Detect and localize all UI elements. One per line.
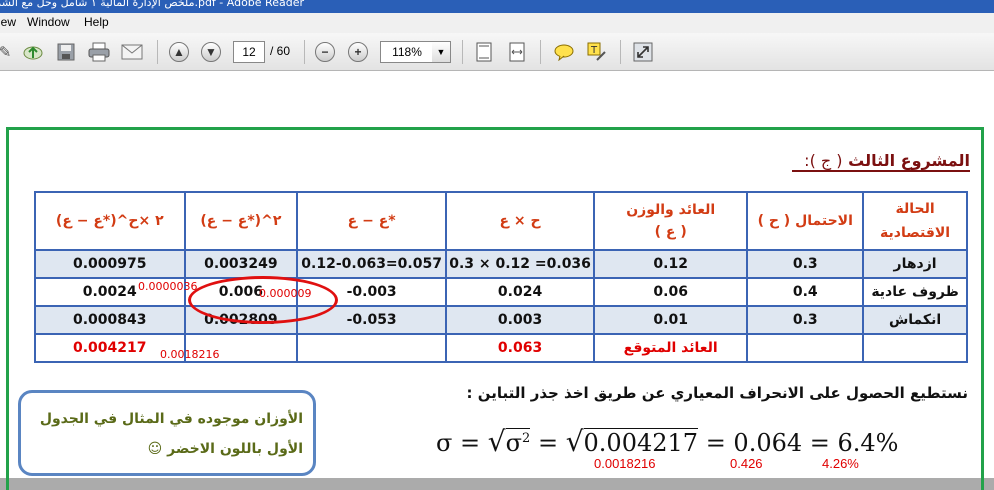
- cell-deviation: 0.12-0.063=0.057: [296, 249, 448, 279]
- toolbar-separator: [462, 40, 463, 64]
- correction-note: 0.426: [730, 456, 763, 471]
- toolbar-separator: [540, 40, 541, 64]
- zoom-level-field[interactable]: 118%: [380, 41, 434, 63]
- toolbar-separator: [304, 40, 305, 64]
- equals-sign: =: [537, 429, 559, 457]
- next-page-icon[interactable]: ▼: [200, 41, 222, 63]
- window-title: ملخص الإدارة المالية ١ شامل وحل مع الشرح…: [0, 0, 304, 9]
- empty-cell: [296, 333, 448, 363]
- sqrt-symbol: √: [565, 425, 584, 458]
- cell-p-times-r: 0.024: [445, 277, 596, 307]
- cloud-upload-icon[interactable]: [22, 41, 44, 63]
- menu-bar: iew Window Help: [0, 13, 994, 33]
- toolbar: ✎ ▲ ▼ 12 / 60 − + 118% ▼ T: [0, 33, 994, 71]
- toolbar-spacer: [0, 71, 994, 79]
- page-total: / 60: [270, 44, 291, 58]
- correction-note: 0.0000036: [138, 280, 198, 293]
- cell-dev-sq-p: 0.000843: [34, 305, 186, 335]
- correction-note: 4.26%: [822, 456, 859, 471]
- correction-note: 0.0018216: [594, 456, 656, 471]
- chevron-down-icon[interactable]: ▼: [432, 41, 451, 63]
- edit-icon[interactable]: ✎: [0, 41, 16, 63]
- equals-sign: =: [460, 429, 481, 457]
- menu-help[interactable]: Help: [84, 15, 109, 29]
- cell-dev-sq: 0.003249: [183, 249, 299, 279]
- cell-probability: 0.3: [746, 305, 865, 335]
- fit-width-icon[interactable]: [506, 41, 528, 63]
- email-icon[interactable]: [121, 41, 143, 63]
- comment-icon[interactable]: [553, 41, 575, 63]
- heading-paren: ( ج ):: [804, 151, 843, 170]
- svg-text:T: T: [590, 45, 598, 56]
- cell-state: انكماش: [862, 305, 968, 335]
- empty-cell: [746, 333, 865, 363]
- std-dev-formula: σ = √σ2 = √0.004217 = 0.064 = 6.4%: [436, 425, 898, 458]
- header-dev-sq: (ع − ع*)^٢: [183, 191, 299, 251]
- header-p-times-r: ح × ع: [445, 191, 596, 251]
- previous-page-icon[interactable]: ▲: [168, 41, 190, 63]
- correction-note: 0.0018216: [160, 348, 220, 361]
- header-dev-sq-p: (ع − ع*)^٢ ×ح: [34, 191, 186, 251]
- section-heading: المشروع الثالث ( ج ):: [792, 151, 970, 172]
- header-return-weight-line1: العائد والوزن: [626, 202, 716, 218]
- cell-dev-sq-p: 0.000975: [34, 249, 186, 279]
- header-deviation: ع − ع*: [296, 191, 448, 251]
- table-row: 0.000975 0.003249 0.12-0.063=0.057 0.3 ×…: [34, 249, 968, 279]
- correction-note: 0.000009: [259, 287, 312, 300]
- cell-p-times-r: 0.3 × 0.12 =0.036: [445, 249, 596, 279]
- menu-view[interactable]: iew: [0, 15, 16, 29]
- cell-p-times-r: 0.003: [445, 305, 596, 335]
- heading-text: المشروع الثالث: [848, 151, 970, 170]
- header-probability: الاحتمال ( ح ): [746, 191, 865, 251]
- header-return-weight-line2: ( ع ): [654, 224, 687, 240]
- standard-deviation-text: نستطيع الحصول على الانحراف المعياري عن ط…: [466, 384, 968, 402]
- cell-return: 0.01: [593, 305, 749, 335]
- empty-cell: [862, 333, 968, 363]
- save-icon[interactable]: [55, 41, 77, 63]
- header-state: الحالة الاقتصادية: [862, 191, 968, 251]
- note-callout: الأوزان موجوده في المثال في الجدول الأول…: [18, 390, 316, 476]
- cell-probability: 0.4: [746, 277, 865, 307]
- toolbar-separator: [620, 40, 621, 64]
- sigma-squared: σ2: [505, 428, 531, 457]
- sd-result: = 0.064 = 6.4%: [705, 429, 899, 457]
- cell-state: ازدهار: [862, 249, 968, 279]
- sigma-exponent: 2: [522, 431, 531, 446]
- document-page: المشروع الثالث ( ج ): (ع − ع*)^٢ ×ح (ع −…: [0, 79, 994, 490]
- header-return-weight: العائد والوزن ( ع ): [593, 191, 749, 251]
- total-expected-return: 0.063: [445, 333, 596, 363]
- sqrt-symbol: √: [487, 425, 506, 458]
- fullscreen-icon[interactable]: [632, 41, 654, 63]
- cell-return: 0.12: [593, 249, 749, 279]
- highlight-icon[interactable]: T: [586, 41, 608, 63]
- highlight-ellipse: [188, 276, 338, 324]
- table-row: 0.000843 0.002809 -0.053 0.003 0.01 0.3 …: [34, 305, 968, 335]
- total-label: العائد المتوقع: [593, 333, 749, 363]
- sigma-symbol: σ: [436, 429, 453, 457]
- window-titlebar: ملخص الإدارة المالية ١ شامل وحل مع الشرح…: [0, 0, 994, 13]
- sigma-base: σ: [505, 429, 523, 457]
- zoom-out-icon[interactable]: −: [314, 41, 336, 63]
- zoom-in-icon[interactable]: +: [347, 41, 369, 63]
- menu-window[interactable]: Window: [27, 15, 70, 29]
- toolbar-separator: [157, 40, 158, 64]
- cell-return: 0.06: [593, 277, 749, 307]
- page-number-input[interactable]: 12: [233, 41, 265, 63]
- cell-probability: 0.3: [746, 249, 865, 279]
- fit-page-icon[interactable]: [473, 41, 495, 63]
- variance-value: 0.004217: [583, 428, 699, 457]
- callout-line1: الأوزان موجوده في المثال في الجدول: [39, 411, 303, 427]
- calculation-table: (ع − ع*)^٢ ×ح (ع − ع*)^٢ ع − ع* ح × ع ال…: [34, 191, 968, 363]
- print-icon[interactable]: [88, 41, 110, 63]
- cell-state: ظروف عادية: [862, 277, 968, 307]
- callout-line2: الأول باللون الاخضر ☺: [147, 441, 303, 457]
